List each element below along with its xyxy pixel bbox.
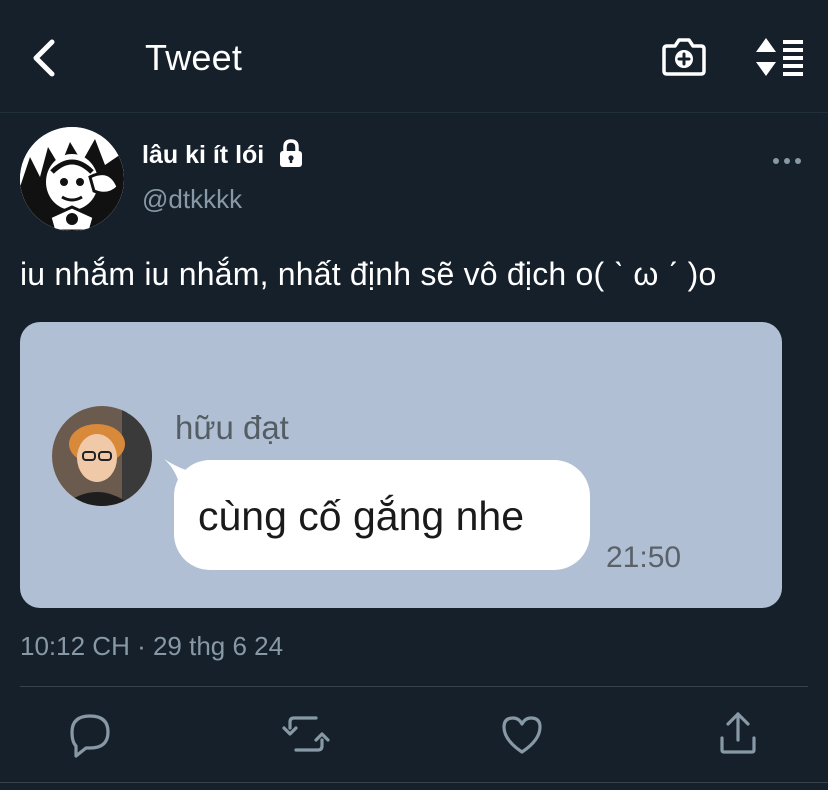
more-options-icon[interactable] [772, 150, 802, 172]
like-icon[interactable] [496, 708, 548, 760]
avatar[interactable] [20, 127, 124, 231]
tweet-timestamp[interactable]: 10:12 CH · 29 thg 6 24 [20, 628, 283, 664]
tweet-text: iu nhắm iu nhắm, nhất định sẽ vô địch o(… [20, 256, 717, 292]
chat-time: 21:50 [606, 541, 682, 574]
lock-icon [280, 139, 302, 167]
page-title: Tweet [145, 37, 243, 78]
divider [20, 686, 808, 687]
chat-sender-name: hữu đạt [175, 409, 289, 446]
reply-icon[interactable] [64, 708, 116, 760]
camera-plus-icon[interactable] [661, 36, 707, 78]
sort-icon[interactable] [754, 36, 806, 78]
display-name[interactable]: lâu ki ít lói [142, 139, 264, 171]
divider [0, 782, 828, 783]
chat-message: cùng cố gắng nhe [198, 493, 524, 539]
user-handle[interactable]: @dtkkkk [142, 183, 242, 215]
tweet-media-image[interactable]: hữu đạt cùng cố gắng nhe 21:50 [20, 322, 782, 608]
back-chevron-icon[interactable] [28, 36, 62, 80]
share-icon[interactable] [712, 708, 764, 760]
retweet-icon[interactable] [280, 708, 332, 760]
chat-avatar [52, 406, 152, 506]
